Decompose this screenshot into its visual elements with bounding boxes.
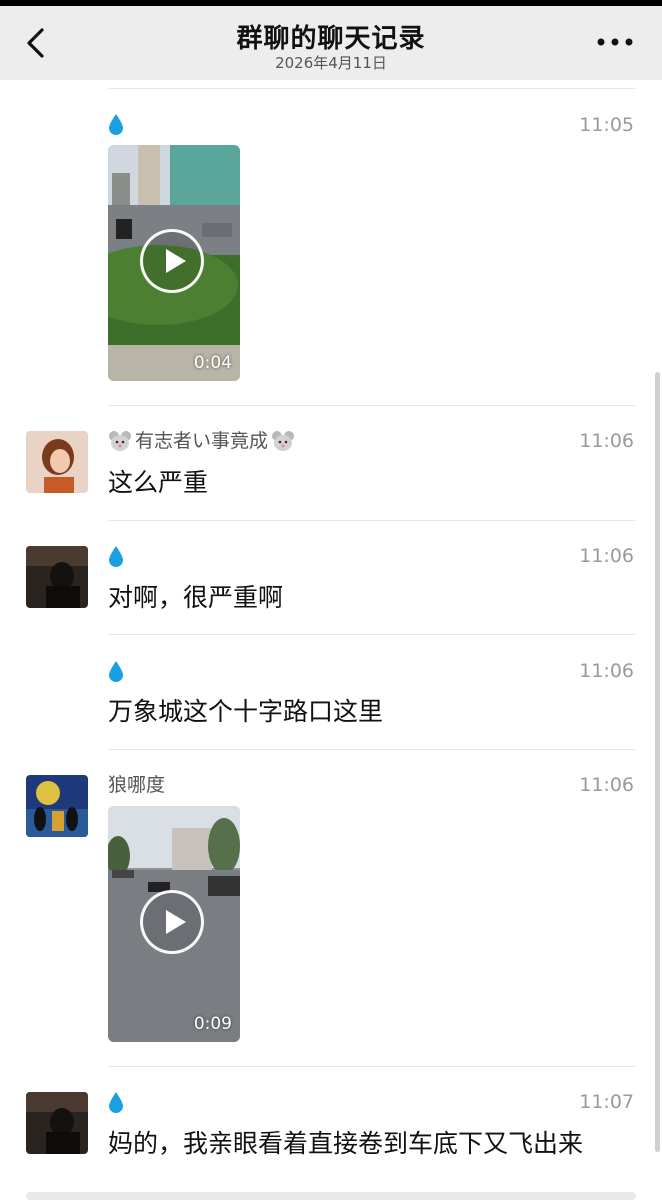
- message-divider: [108, 634, 635, 635]
- message-time: 11:06: [579, 660, 634, 682]
- message-text: 万象城这个十字路口这里: [108, 697, 384, 726]
- water-drop-icon: [109, 546, 123, 567]
- mouse-emoji-icon: [272, 431, 295, 451]
- message-divider: [108, 88, 635, 89]
- message-time: 11:06: [579, 430, 634, 452]
- sender-name: [108, 110, 124, 138]
- more-dots-icon[interactable]: [596, 32, 634, 52]
- message-time: 11:05: [579, 114, 634, 136]
- water-drop-icon: [109, 114, 123, 135]
- sender-name: 狼哪度: [108, 771, 165, 799]
- message-time: 11:06: [579, 774, 634, 796]
- play-icon[interactable]: [140, 890, 204, 954]
- play-icon[interactable]: [140, 229, 204, 293]
- message-time: 11:06: [579, 545, 634, 567]
- avatar[interactable]: [26, 1092, 88, 1154]
- message-divider: [108, 749, 635, 750]
- sender-name: [108, 542, 124, 570]
- message-time: 11:07: [579, 1091, 634, 1113]
- video-duration: 0:09: [193, 1014, 232, 1034]
- message-divider: [108, 405, 635, 406]
- page-title: 群聊的聊天记录: [236, 24, 426, 54]
- sender-name-text: 有志者い事竟成: [135, 430, 269, 452]
- avatar[interactable]: [26, 546, 88, 608]
- avatar-image: [26, 546, 88, 608]
- water-drop-icon: [109, 661, 123, 682]
- mouse-emoji-icon: [109, 431, 131, 451]
- message-text: 这么严重: [108, 468, 209, 497]
- bottom-bar: [26, 1192, 636, 1200]
- water-drop-icon: [109, 1092, 123, 1113]
- sender-name-text: 狼哪度: [108, 774, 166, 796]
- avatar-image: [26, 1092, 88, 1154]
- scrollbar[interactable]: [655, 372, 660, 1152]
- header-bar: 群聊的聊天记录 2026年4月11日: [0, 6, 662, 80]
- message-divider: [108, 1066, 635, 1067]
- message-text: 对啊，很严重啊: [108, 583, 284, 612]
- avatar[interactable]: [26, 775, 88, 837]
- sender-name: 有志者い事竟成: [108, 427, 295, 455]
- sender-name: [108, 657, 124, 685]
- video-duration: 0:04: [193, 353, 232, 373]
- message-divider: [108, 520, 635, 521]
- message-text: 妈的，我亲眼看着直接卷到车底下又飞出来: [108, 1129, 584, 1158]
- page-date: 2026年4月11日: [275, 54, 387, 72]
- video-thumbnail[interactable]: 0:09: [108, 806, 240, 1042]
- avatar-image: [26, 775, 88, 837]
- avatar[interactable]: [26, 431, 88, 493]
- avatar-image: [26, 431, 88, 493]
- sender-name: [108, 1088, 124, 1116]
- video-thumbnail[interactable]: 0:04: [108, 145, 240, 381]
